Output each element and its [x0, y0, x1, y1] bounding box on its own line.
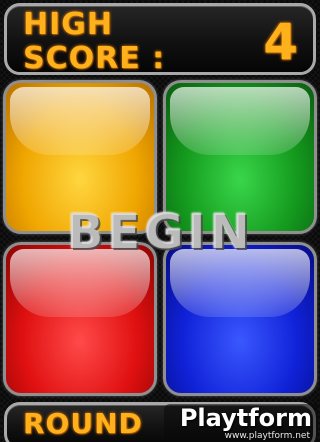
- red-tile-button[interactable]: [3, 242, 157, 396]
- watermark-brand: Playtform: [179, 404, 312, 432]
- round-label: ROUND: [23, 407, 143, 440]
- begin-button[interactable]: BEGIN: [0, 204, 320, 260]
- high-score-label-line2: SCORE :: [23, 41, 166, 76]
- playtform-watermark: Playtform www.playtform.net: [164, 404, 318, 442]
- watermark-url: www.playtform.net: [224, 431, 310, 441]
- high-score-value: 4: [263, 13, 299, 71]
- blue-tile-button[interactable]: [163, 242, 317, 396]
- high-score-panel: HIGH SCORE : 4: [4, 3, 316, 75]
- high-score-label-line1: HIGH: [23, 7, 114, 42]
